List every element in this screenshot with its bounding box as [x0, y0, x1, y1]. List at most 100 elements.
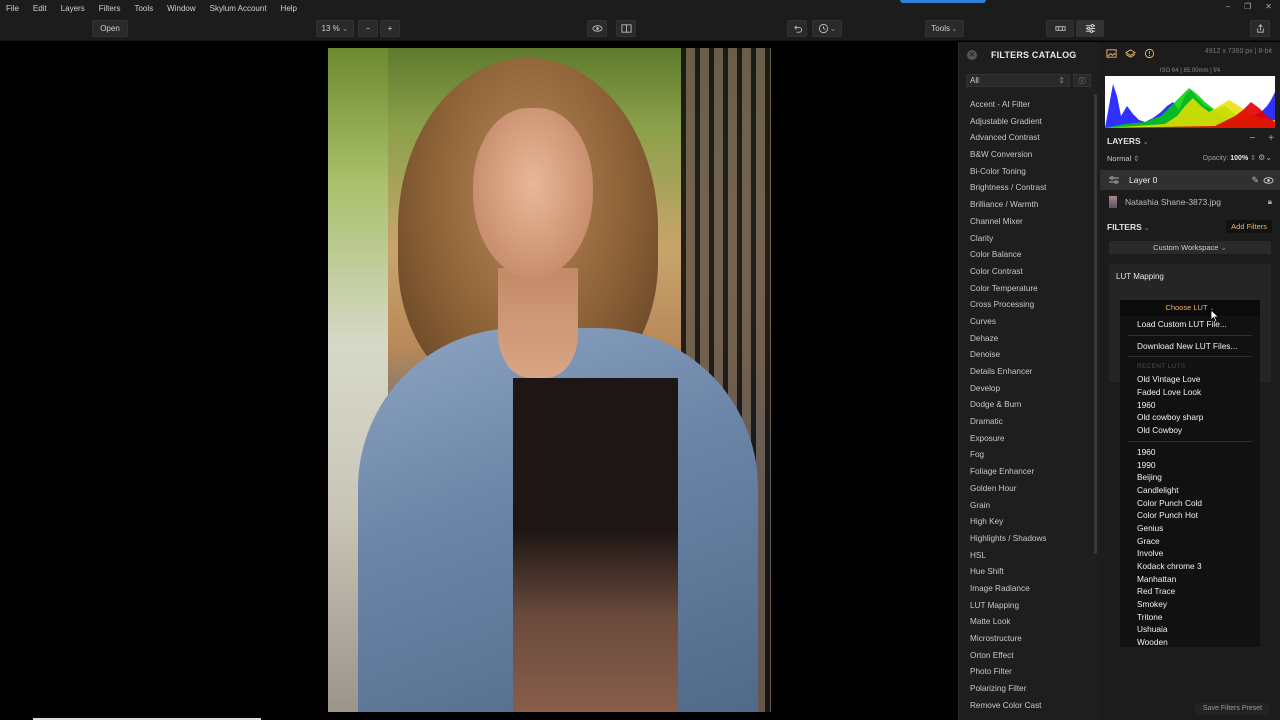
zoom-in-button[interactable]: + [380, 20, 400, 37]
close-catalog-icon[interactable]: ✕ [967, 50, 977, 60]
catalog-filter-item[interactable]: Dodge & Burn [970, 397, 1046, 414]
lut-item[interactable]: Color Punch Cold [1120, 497, 1260, 510]
maximize-icon[interactable]: ❐ [1244, 2, 1251, 11]
image-info-icon[interactable] [1106, 48, 1117, 59]
lut-item[interactable]: 1960 [1120, 446, 1260, 459]
exposure-warning-icon[interactable] [1144, 48, 1155, 59]
lut-item[interactable]: 1990 [1120, 459, 1260, 472]
base-image-layer[interactable]: Natashia Shane-3873.jpg 🔒︎ [1100, 194, 1280, 210]
lut-item[interactable]: Genius [1120, 522, 1260, 535]
menu-layers[interactable]: Layers [61, 4, 85, 13]
catalog-filter-item[interactable]: Develop [970, 381, 1046, 398]
catalog-filter-item[interactable]: Color Balance [970, 247, 1046, 264]
catalog-filter-item[interactable]: Cross Processing [970, 297, 1046, 314]
catalog-filter-item[interactable]: Foliage Enhancer [970, 464, 1046, 481]
zoom-dropdown[interactable]: 13 % ⌄ [316, 20, 354, 37]
catalog-filter-item[interactable]: Details Enhancer [970, 364, 1046, 381]
recent-lut-item[interactable]: Old Vintage Love [1120, 373, 1260, 386]
recent-lut-item[interactable]: 1960 [1120, 399, 1260, 412]
lut-item[interactable]: Involve [1120, 547, 1260, 560]
catalog-filter-item[interactable]: Dramatic [970, 414, 1046, 431]
filmstrip-button[interactable] [1046, 20, 1074, 37]
minimize-icon[interactable]: – [1226, 2, 1230, 11]
save-filters-preset-button[interactable]: Save Filters Preset [1195, 703, 1270, 715]
catalog-filter-item[interactable]: HSL [970, 548, 1046, 565]
info-button[interactable]: ⓘ [1073, 74, 1091, 87]
recent-lut-item[interactable]: Faded Love Look [1120, 386, 1260, 399]
undo-button[interactable] [787, 20, 807, 37]
filters-section-title[interactable]: FILTERS ⌄ [1107, 222, 1150, 232]
catalog-filter-item[interactable]: High Key [970, 514, 1046, 531]
catalog-filter-item[interactable]: Adjustable Gradient [970, 114, 1046, 131]
catalog-filter-item[interactable]: Brilliance / Warmth [970, 197, 1046, 214]
share-button[interactable] [1250, 20, 1270, 37]
catalog-filter-item[interactable]: Accent - AI Filter [970, 97, 1046, 114]
catalog-filter-item[interactable]: Remove Color Cast [970, 698, 1046, 715]
recent-lut-item[interactable]: Old Cowboy [1120, 424, 1260, 437]
catalog-filter-item[interactable]: Fog [970, 447, 1046, 464]
workspace-select[interactable]: Custom Workspace ⌄ [1109, 241, 1271, 254]
layers-stack-icon[interactable] [1125, 48, 1136, 59]
catalog-filter-item[interactable]: Brightness / Contrast [970, 180, 1046, 197]
catalog-filter-item[interactable]: Dehaze [970, 331, 1046, 348]
add-filters-button[interactable]: Add Filters [1226, 220, 1272, 233]
catalog-filter-item[interactable]: Channel Mixer [970, 214, 1046, 231]
catalog-filter-item[interactable]: LUT Mapping [970, 598, 1046, 615]
adjustments-button[interactable] [1076, 20, 1104, 37]
lut-item[interactable]: Tritone [1120, 611, 1260, 624]
layers-section-title[interactable]: LAYERS ⌄ [1107, 136, 1149, 146]
brush-icon[interactable]: ✎ [1251, 175, 1259, 186]
lut-item[interactable]: Ushuaia [1120, 623, 1260, 636]
recent-lut-item[interactable]: Old cowboy sharp [1120, 411, 1260, 424]
lut-item[interactable]: Beijing [1120, 471, 1260, 484]
catalog-filter-item[interactable]: Bi-Color Toning [970, 164, 1046, 181]
catalog-filter-item[interactable]: Golden Hour [970, 481, 1046, 498]
choose-lut-button[interactable]: Choose LUT ⌄ [1120, 300, 1260, 316]
catalog-filter-item[interactable]: Hue Shift [970, 564, 1046, 581]
catalog-filter-item[interactable]: Matte Look [970, 614, 1046, 631]
menu-filters[interactable]: Filters [99, 4, 121, 13]
lut-item[interactable]: Candlelight [1120, 484, 1260, 497]
menu-file[interactable]: File [6, 4, 19, 13]
catalog-filter-item[interactable]: Clarity [970, 231, 1046, 248]
menu-help[interactable]: Help [281, 4, 297, 13]
catalog-filter-item[interactable]: B&W Conversion [970, 147, 1046, 164]
catalog-filter-item[interactable]: Microstructure [970, 631, 1046, 648]
opacity-control[interactable]: Opacity: 100% ⇕ [1203, 154, 1256, 162]
catalog-filter-item[interactable]: Color Contrast [970, 264, 1046, 281]
tools-dropdown[interactable]: Tools ⌄ [925, 20, 964, 37]
catalog-filter-item[interactable]: Denoise [970, 347, 1046, 364]
catalog-filter-item[interactable]: Curves [970, 314, 1046, 331]
menu-window[interactable]: Window [167, 4, 195, 13]
lut-mapping-title[interactable]: LUT Mapping [1116, 272, 1164, 281]
preview-button[interactable] [587, 20, 607, 37]
close-window-icon[interactable]: ✕ [1265, 2, 1272, 11]
catalog-filter-item[interactable]: Polarizing Filter [970, 681, 1046, 698]
blend-mode-select[interactable]: Normal ⇕ [1107, 154, 1140, 163]
visibility-eye-icon[interactable] [1263, 175, 1274, 186]
history-button[interactable]: ⌄ [812, 20, 842, 37]
catalog-filter-item[interactable]: Highlights / Shadows [970, 531, 1046, 548]
lut-item[interactable]: Smokey [1120, 598, 1260, 611]
layer-settings-icon[interactable]: ⚙⌄ [1258, 153, 1272, 162]
load-custom-lut-item[interactable]: Load Custom LUT File... [1120, 318, 1260, 331]
remove-layer-icon[interactable]: − [1250, 133, 1256, 144]
compare-button[interactable] [616, 20, 636, 37]
zoom-out-button[interactable]: − [358, 20, 378, 37]
catalog-filter-item[interactable]: Advanced Contrast [970, 130, 1046, 147]
image-canvas[interactable] [0, 42, 958, 720]
catalog-category-select[interactable]: All ⇕ [966, 74, 1070, 87]
lut-item[interactable]: Red Trace [1120, 585, 1260, 598]
lut-item[interactable]: Wooden [1120, 636, 1260, 649]
lut-item[interactable]: Color Punch Hot [1120, 509, 1260, 522]
menu-skylum-account[interactable]: Skylum Account [210, 4, 267, 13]
lut-item[interactable]: Grace [1120, 535, 1260, 548]
catalog-filter-item[interactable]: Photo Filter [970, 664, 1046, 681]
open-button[interactable]: Open [92, 20, 128, 37]
download-lut-item[interactable]: Download New LUT Files... [1120, 340, 1260, 353]
lut-item[interactable]: Kodack chrome 3 [1120, 560, 1260, 573]
layer-row-selected[interactable]: Layer 0 ✎ [1100, 170, 1280, 190]
menu-edit[interactable]: Edit [33, 4, 47, 13]
catalog-filter-item[interactable]: Orton Effect [970, 648, 1046, 665]
catalog-filter-item[interactable]: Exposure [970, 431, 1046, 448]
